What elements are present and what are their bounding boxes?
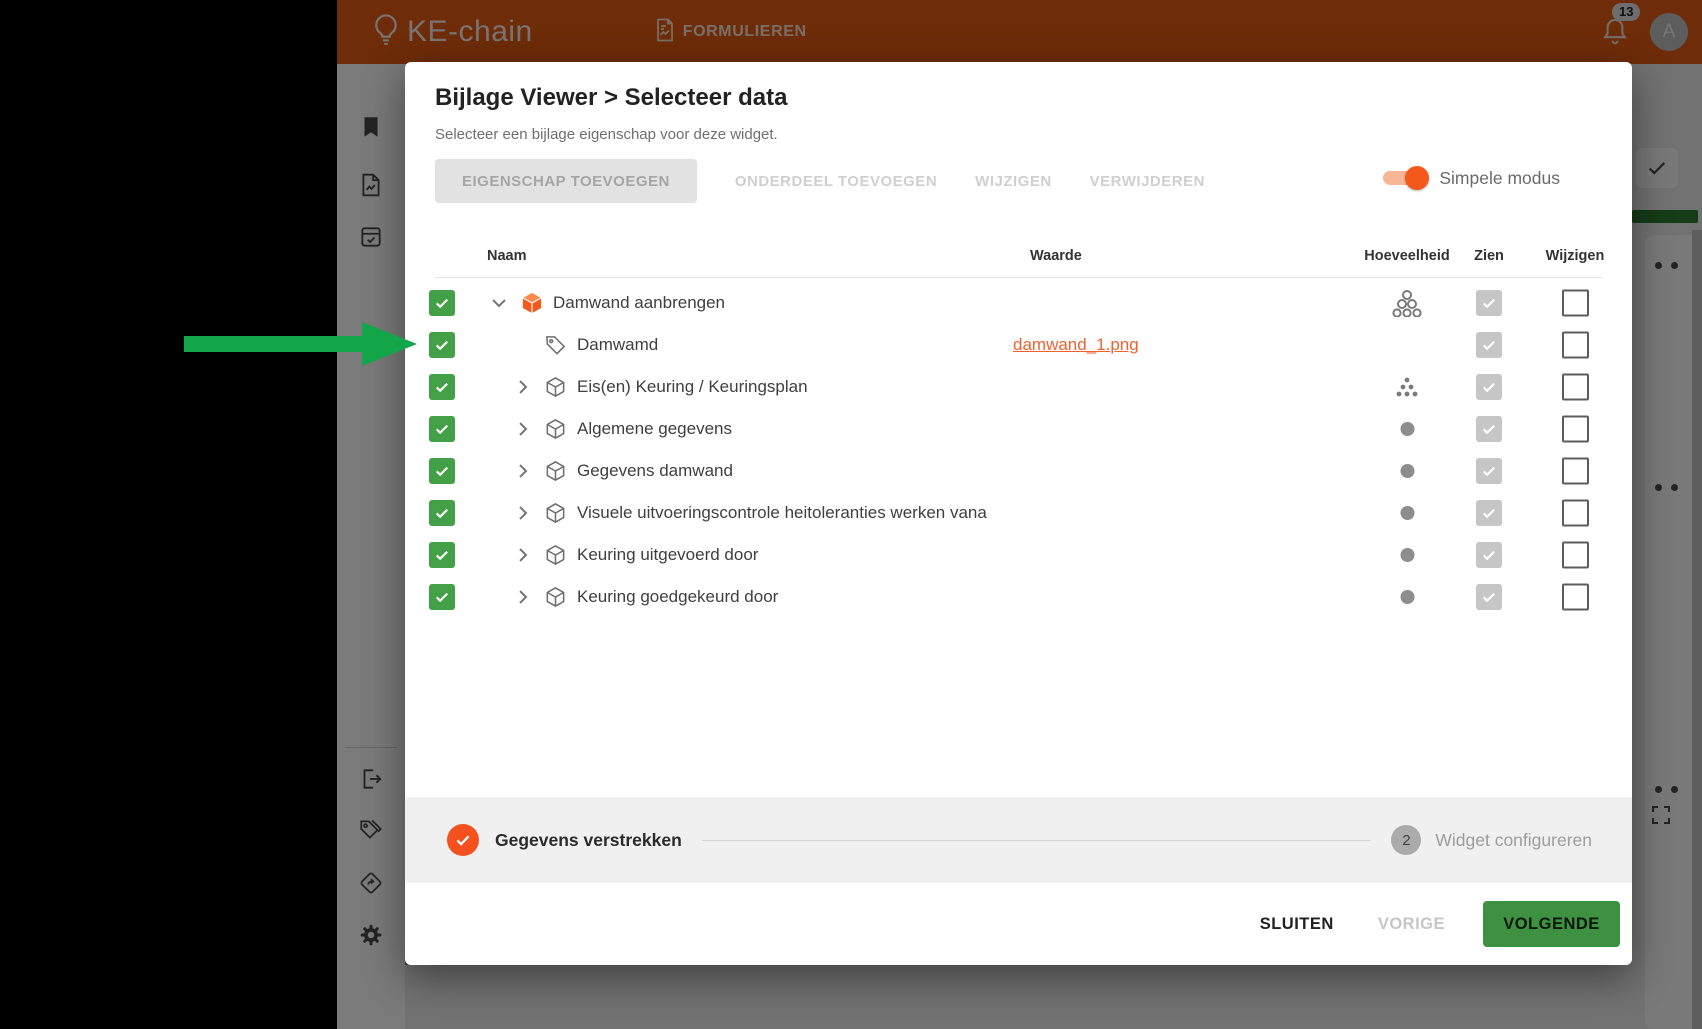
tree-row[interactable]: Algemene gegevens [405,408,1632,450]
row-select-checkbox-checked[interactable] [429,584,455,610]
chevron-right-icon[interactable] [511,543,535,567]
edit-checkbox[interactable] [1539,457,1611,485]
edit-checkbox[interactable] [1539,373,1611,401]
step1-label: Gegevens verstrekken [495,829,682,850]
step2-number: 2 [1402,831,1411,849]
activity-cube-icon [519,290,545,316]
row-label: Algemene gegevens [577,419,733,438]
part-cube-icon [544,418,567,441]
edit-checkbox[interactable] [1539,583,1611,611]
simple-mode-label: Simpele modus [1439,167,1560,188]
row-select-checkbox-checked[interactable] [429,542,455,568]
part-cube-icon [544,460,567,483]
row-select-checkbox-checked[interactable] [429,416,455,442]
chevron-right-icon[interactable] [511,501,535,525]
single-instance-icon [1357,548,1457,563]
column-header-waarde: Waarde [1030,248,1082,264]
view-checkbox[interactable] [1459,584,1519,610]
view-checkbox[interactable] [1459,332,1519,358]
screenshot-root: { "chrome": { "brand": "KE-chain", "nav_… [0,0,1702,1029]
chevron-right-icon[interactable] [511,459,535,483]
row-label: Gegevens damwand [577,461,733,480]
row-select-checkbox-checked[interactable] [429,290,455,316]
edit-checkbox[interactable] [1539,541,1611,569]
column-header-wijzigen: Wijzigen [1545,248,1605,264]
row-label: Keuring goedgekeurd door [577,587,779,606]
add-property-button[interactable]: EIGENSCHAP TOEVOEGEN [435,159,697,203]
view-checkbox[interactable] [1459,416,1519,442]
tree-row[interactable]: Visuele uitvoeringscontrole heitoleranti… [405,492,1632,534]
view-checkbox[interactable] [1459,500,1519,526]
column-header-naam: Naam [487,248,527,264]
row-select-checkbox-checked[interactable] [429,458,455,484]
view-checkbox[interactable] [1459,458,1519,484]
tree-row[interactable]: Keuring uitgevoerd door [405,534,1632,576]
table-header-row: Naam Waarde Hoeveelheid Zien Wijzigen [405,248,1632,274]
attachment-tag-icon [544,334,567,357]
chevron-icon[interactable] [511,333,535,357]
dialog-footer: SLUITEN VORIGE VOLGENDE [405,883,1632,965]
tree-row[interactable]: Gegevens damwand [405,450,1632,492]
row-label: Damwand aanbrengen [553,293,726,312]
chevron-right-icon[interactable] [511,417,535,441]
tree-row[interactable]: Eis(en) Keuring / Keuringsplan [405,366,1632,408]
column-header-zien: Zien [1474,248,1504,264]
edit-button[interactable]: WIJZIGEN [975,173,1052,190]
view-checkbox[interactable] [1459,374,1519,400]
many-instances-dots-icon [1357,377,1457,397]
step1-check-icon [447,824,479,856]
part-cube-icon [544,544,567,567]
delete-button[interactable]: VERWIJDEREN [1090,173,1205,190]
single-instance-icon [1357,422,1457,437]
simple-mode-control: Simpele modus [1383,166,1560,190]
edit-checkbox[interactable] [1539,415,1611,443]
part-cube-icon [544,376,567,399]
tree-row[interactable]: Keuring goedgekeurd door [405,576,1632,618]
tree-row[interactable]: Damwand aanbrengen [405,282,1632,324]
table-header-divider [435,277,1602,278]
view-checkbox[interactable] [1459,542,1519,568]
row-label: Visuele uitvoeringscontrole heitoleranti… [577,503,987,522]
column-header-hoeveelheid: Hoeveelheid [1364,248,1450,264]
add-part-button[interactable]: ONDERDEEL TOEVOEGEN [735,173,937,190]
row-label: Keuring uitgevoerd door [577,545,759,564]
row-label: Eis(en) Keuring / Keuringsplan [577,377,808,396]
simple-mode-toggle[interactable] [1383,166,1430,190]
single-instance-icon [1357,464,1457,479]
chevron-right-icon[interactable] [511,375,535,399]
single-instance-icon [1357,506,1457,521]
edit-checkbox[interactable] [1539,289,1611,317]
row-select-checkbox-checked[interactable] [429,374,455,400]
chevron-down-icon[interactable] [487,291,511,315]
single-instance-icon [1357,590,1457,605]
many-instances-icon [1357,289,1457,317]
attachment-link[interactable]: damwand_1.png [1013,335,1139,355]
row-select-checkbox-checked[interactable] [429,332,455,358]
row-label: Damwamd [577,335,659,354]
annotation-arrow [184,322,417,366]
view-checkbox[interactable] [1459,290,1519,316]
step2-label: Widget configureren [1435,829,1592,850]
stepper-connector [701,839,1372,841]
part-cube-icon [544,586,567,609]
previous-button[interactable]: VORIGE [1368,915,1455,934]
edit-checkbox[interactable] [1539,499,1611,527]
dialog-title: Bijlage Viewer > Selecteer data [435,84,788,111]
part-cube-icon [544,502,567,525]
step2-circle: 2 [1391,825,1422,855]
close-button[interactable]: SLUITEN [1250,915,1344,934]
edit-checkbox[interactable] [1539,331,1611,359]
tree-row[interactable]: Damwamd damwand_1.png [405,324,1632,366]
dialog-subtitle: Selecteer een bijlage eigenschap voor de… [435,126,778,143]
tree-table: Damwand aanbrengen Damwamd damwand_1.png… [405,282,1632,618]
next-button[interactable]: VOLGENDE [1483,901,1620,947]
chevron-right-icon[interactable] [511,585,535,609]
wizard-stepper: Gegevens verstrekken 2 Widget configurer… [405,797,1632,883]
bijlage-viewer-dialog: Bijlage Viewer > Selecteer data Selectee… [405,62,1632,965]
row-select-checkbox-checked[interactable] [429,500,455,526]
